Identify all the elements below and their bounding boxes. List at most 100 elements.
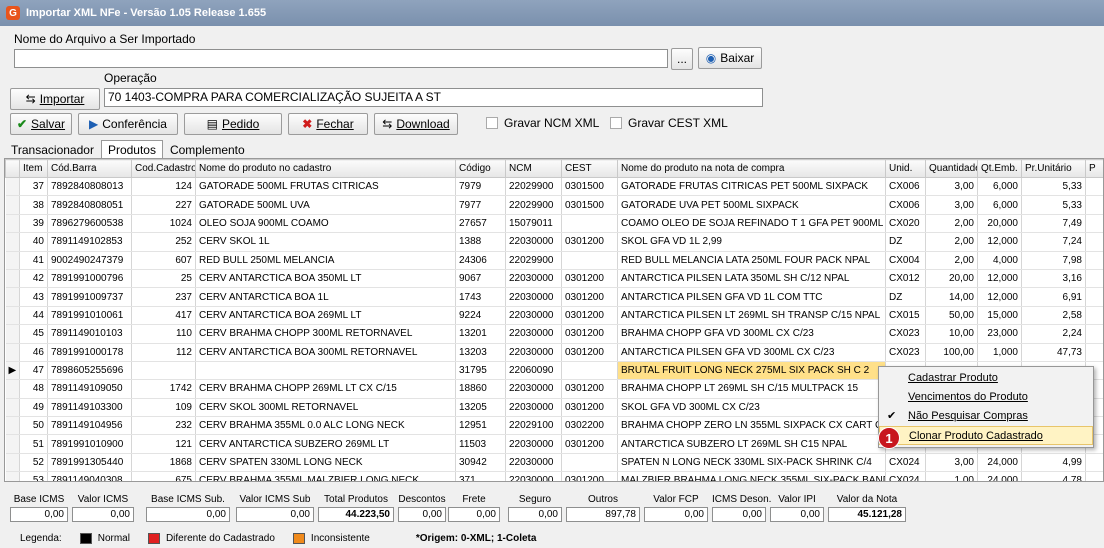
row-selector[interactable] <box>5 232 20 252</box>
table-cell[interactable]: 12,000 <box>977 287 1022 307</box>
table-cell[interactable]: 22029900 <box>505 195 562 215</box>
table-row[interactable]: 37 7892840808013 124 GATORADE 500ML FRUTAS … <box>5 177 1103 197</box>
table-cell[interactable] <box>561 453 618 473</box>
table-cell[interactable]: 0301500 <box>561 177 618 197</box>
table-cell[interactable]: 607 <box>131 251 196 270</box>
column-header[interactable]: P <box>1085 159 1103 178</box>
gravar-cest-box[interactable] <box>610 117 622 129</box>
table-cell[interactable]: 5,33 <box>1021 195 1086 215</box>
table-cell[interactable] <box>1085 195 1103 215</box>
table-cell[interactable]: 1 <box>1085 232 1103 252</box>
table-cell[interactable]: 110 <box>131 324 196 344</box>
table-cell[interactable]: MALZBIER BRAHMA LONG NECK 355ML SIX-PACK… <box>617 471 886 481</box>
table-cell[interactable]: 4.7 <box>1085 343 1103 362</box>
table-cell[interactable]: 100,00 <box>925 343 978 362</box>
table-cell[interactable]: 7891149010103 <box>47 324 132 344</box>
table-cell[interactable]: 0301500 <box>561 195 618 215</box>
table-cell[interactable]: RED BULL MELANCIA LATA 250ML FOUR PACK N… <box>617 251 886 270</box>
row-selector[interactable] <box>5 343 20 362</box>
table-cell[interactable]: 371 <box>455 471 506 481</box>
table-cell[interactable]: 42 <box>19 269 48 289</box>
table-cell[interactable]: GATORADE FRUTAS CITRICAS PET 500ML SIXPA… <box>617 177 886 197</box>
tab-transacionador[interactable]: Transacionador <box>4 140 101 158</box>
pedido-button[interactable]: ▤ Pedido <box>184 113 282 135</box>
table-cell[interactable]: CX004 <box>885 251 926 270</box>
table-cell[interactable]: CX012 <box>885 269 926 289</box>
tab-complemento[interactable]: Complemento <box>163 140 252 158</box>
table-cell[interactable]: 22029900 <box>505 177 562 197</box>
table-cell[interactable]: 7892840808013 <box>47 177 132 197</box>
table-cell[interactable]: 2,58 <box>1021 306 1086 326</box>
file-path-input[interactable] <box>14 49 668 68</box>
table-cell[interactable]: CERV ANTARCTICA BOA 350ML LT <box>195 269 456 289</box>
table-cell[interactable]: 4,78 <box>1021 471 1086 481</box>
table-row[interactable]: 52 7891991305440 1868 CERV SPATEN 330ML LON… <box>5 453 1103 473</box>
table-cell[interactable]: 7977 <box>455 195 506 215</box>
table-cell[interactable]: SKOL GFA VD 300ML CX C/23 <box>617 398 886 418</box>
column-header[interactable]: Qt.Emb. <box>977 159 1022 178</box>
table-cell[interactable]: 7891991305440 <box>47 453 132 473</box>
table-cell[interactable]: 38 <box>19 195 48 215</box>
table-row[interactable]: 44 7891991010061 417 CERV ANTARCTICA BOA 26… <box>5 306 1103 326</box>
table-cell[interactable]: 47 <box>19 361 48 381</box>
column-header[interactable]: Quantidade <box>925 159 978 178</box>
download-button[interactable]: ⇆ Download <box>374 113 458 135</box>
table-cell[interactable] <box>1085 177 1103 197</box>
table-cell[interactable]: 3,00 <box>925 453 978 473</box>
table-cell[interactable]: 52 <box>19 453 48 473</box>
operation-field[interactable]: 70 1403-COMPRA PARA COMERCIALIZAÇÃO SUJE… <box>104 88 763 107</box>
column-header[interactable]: Pr.Unitário <box>1021 159 1086 178</box>
table-cell[interactable]: 7891149104956 <box>47 416 132 436</box>
table-cell[interactable]: 46 <box>19 343 48 362</box>
table-cell[interactable]: 39 <box>19 214 48 234</box>
row-selector[interactable] <box>5 471 20 481</box>
table-cell[interactable]: CX023 <box>885 324 926 344</box>
column-header[interactable]: CEST <box>561 159 618 178</box>
table-row[interactable]: 53 7891149040308 675 CERV BRAHMA 355ML MALZ… <box>5 471 1103 481</box>
row-selector[interactable] <box>5 379 20 399</box>
table-cell[interactable]: 237 <box>131 287 196 307</box>
table-cell[interactable]: 13201 <box>455 324 506 344</box>
table-cell[interactable]: 0301200 <box>561 287 618 307</box>
gravar-ncm-box[interactable] <box>486 117 498 129</box>
table-cell[interactable]: 43 <box>19 287 48 307</box>
table-cell[interactable]: CX024 <box>885 471 926 481</box>
column-header[interactable]: Unid. <box>885 159 926 178</box>
table-cell[interactable]: CX024 <box>885 453 926 473</box>
table-cell[interactable]: 12951 <box>455 416 506 436</box>
table-cell[interactable]: 6,91 <box>1021 287 1086 307</box>
table-cell[interactable]: 1.1 <box>1085 287 1103 307</box>
table-cell[interactable] <box>195 361 456 381</box>
row-selector[interactable] <box>5 287 20 307</box>
table-cell[interactable]: 227 <box>131 195 196 215</box>
table-cell[interactable]: 48 <box>19 379 48 399</box>
table-cell[interactable]: 24,000 <box>977 453 1022 473</box>
table-cell[interactable]: 2,24 <box>1021 324 1086 344</box>
table-cell[interactable]: CERV BRAHMA CHOPP 269ML LT CX C/15 <box>195 379 456 399</box>
table-cell[interactable]: CERV ANTARCTICA BOA 269ML LT <box>195 306 456 326</box>
column-header[interactable]: Cód.Barra <box>47 159 132 178</box>
table-cell[interactable]: 3,16 <box>1021 269 1086 289</box>
table-cell[interactable]: 417 <box>131 306 196 326</box>
table-cell[interactable]: ANTARCTICA PILSEN GFA VD 300ML CX C/23 <box>617 343 886 362</box>
table-cell[interactable]: CERV BRAHMA 355ML 0.0 ALC LONG NECK <box>195 416 456 436</box>
table-cell[interactable]: 7,98 <box>1021 251 1086 270</box>
column-header[interactable]: Código <box>455 159 506 178</box>
table-cell[interactable]: 15079011 <box>505 214 562 234</box>
table-cell[interactable] <box>561 214 618 234</box>
row-selector[interactable]: ▶ <box>5 361 20 381</box>
column-header[interactable]: NCM <box>505 159 562 178</box>
table-cell[interactable]: ANTARCTICA PILSEN GFA VD 1L COM TTC <box>617 287 886 307</box>
row-selector[interactable] <box>5 453 20 473</box>
table-cell[interactable]: CERV SKOL 300ML RETORNAVEL <box>195 398 456 418</box>
table-cell[interactable]: 6,000 <box>977 177 1022 197</box>
table-cell[interactable]: 22030000 <box>505 453 562 473</box>
table-cell[interactable]: 7898605255696 <box>47 361 132 381</box>
table-cell[interactable]: 22030000 <box>505 379 562 399</box>
table-row[interactable]: 46 7891991000178 112 CERV ANTARCTICA BOA 30… <box>5 343 1103 362</box>
row-selector[interactable] <box>5 416 20 436</box>
table-cell[interactable]: 27657 <box>455 214 506 234</box>
table-cell[interactable]: 7891991000796 <box>47 269 132 289</box>
table-cell[interactable]: SKOL GFA VD 1L 2,99 <box>617 232 886 252</box>
conferencia-button[interactable]: ▶ Conferência <box>78 113 178 135</box>
